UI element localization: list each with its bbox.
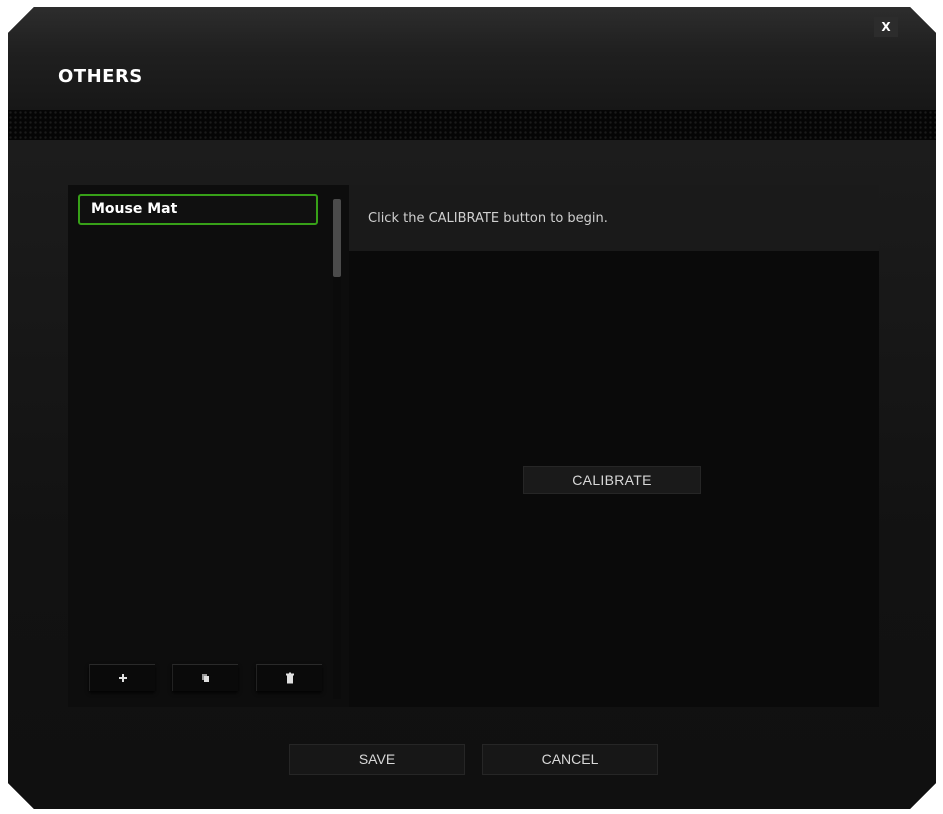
profile-list-scrollbar[interactable] — [333, 199, 341, 699]
copy-icon — [201, 674, 209, 682]
trash-icon — [285, 672, 294, 684]
others-dialog: X OTHERS Mouse Mat Click the CALIBRATE b… — [8, 7, 936, 809]
delete-profile-button[interactable] — [256, 664, 322, 691]
dialog-title: OTHERS — [58, 66, 143, 87]
save-button[interactable]: SAVE — [289, 744, 465, 775]
calibration-instruction: Click the CALIBRATE button to begin. — [368, 211, 608, 226]
dialog-header: X OTHERS — [8, 7, 936, 110]
calibration-instruction-bar: Click the CALIBRATE button to begin. — [349, 185, 879, 251]
scrollbar-thumb[interactable] — [333, 199, 341, 277]
profile-item-mouse-mat[interactable]: Mouse Mat — [78, 194, 318, 225]
calibration-panel: CALIBRATE — [349, 251, 879, 707]
profile-list-panel: Mouse Mat — [68, 185, 350, 707]
plus-icon — [118, 674, 127, 682]
cancel-button[interactable]: CANCEL — [482, 744, 658, 775]
duplicate-profile-button[interactable] — [172, 664, 238, 691]
calibrate-button[interactable]: CALIBRATE — [523, 466, 701, 494]
close-button[interactable]: X — [874, 17, 898, 37]
header-texture-band — [8, 110, 936, 140]
add-profile-button[interactable] — [89, 664, 155, 691]
